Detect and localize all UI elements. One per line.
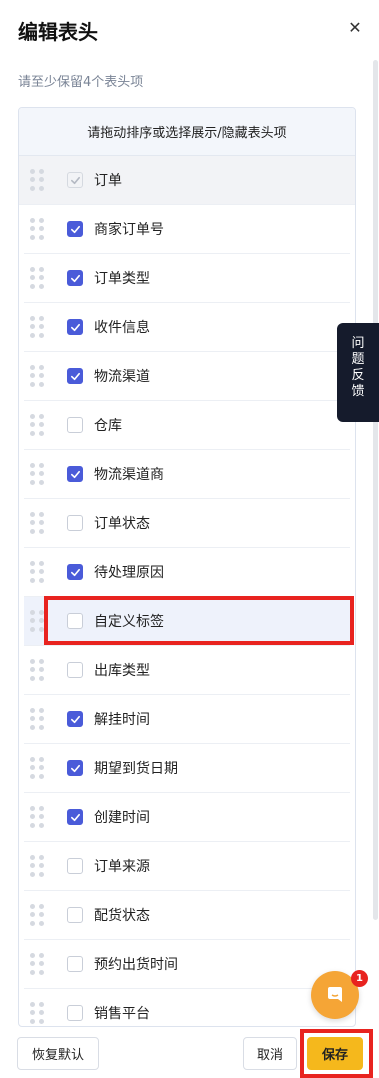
drag-handle-icon[interactable] (30, 365, 44, 387)
column-label: 订单 (94, 173, 122, 189)
close-icon[interactable]: ✕ (347, 20, 363, 36)
column-label: 仓库 (94, 418, 122, 434)
column-row[interactable]: 订单状态 (24, 499, 350, 548)
drag-handle-icon[interactable] (30, 463, 44, 485)
column-label: 订单状态 (94, 516, 150, 532)
column-label: 出库类型 (94, 663, 150, 679)
feedback-char: 反 (351, 368, 365, 383)
column-checkbox[interactable] (67, 270, 83, 286)
column-checkbox[interactable] (67, 760, 83, 776)
column-checkbox[interactable] (67, 319, 83, 335)
column-checkbox[interactable] (67, 858, 83, 874)
column-checkbox[interactable] (67, 221, 83, 237)
column-row[interactable]: 物流渠道 (24, 352, 350, 401)
feedback-button[interactable]: 问 题 反 馈 (337, 323, 379, 422)
column-checkbox[interactable] (67, 1005, 83, 1021)
feedback-char: 馈 (351, 384, 365, 399)
column-label: 自定义标签 (94, 614, 164, 630)
dialog-title: 编辑表头 (18, 20, 98, 44)
drag-handle-icon[interactable] (30, 414, 44, 436)
drag-handle-icon[interactable] (30, 757, 44, 779)
drag-handle-icon[interactable] (30, 561, 44, 583)
drag-handle-icon[interactable] (30, 806, 44, 828)
column-checkbox[interactable] (67, 417, 83, 433)
column-checkbox[interactable] (67, 515, 83, 531)
column-list: 订单商家订单号订单类型收件信息物流渠道仓库物流渠道商订单状态待处理原因自定义标签… (19, 156, 355, 1026)
feedback-char: 题 (351, 352, 365, 367)
column-row[interactable]: 销售平台 (24, 989, 350, 1026)
column-label: 销售平台 (94, 1006, 150, 1022)
chat-icon (328, 987, 342, 1002)
column-checkbox[interactable] (67, 809, 83, 825)
column-label: 解挂时间 (94, 712, 150, 728)
column-label: 期望到货日期 (94, 761, 178, 777)
column-label: 创建时间 (94, 810, 150, 826)
drag-handle-icon[interactable] (30, 316, 44, 338)
column-checkbox[interactable] (67, 662, 83, 678)
column-checkbox[interactable] (67, 613, 83, 629)
drag-handle-icon[interactable] (30, 169, 44, 191)
column-row[interactable]: 订单类型 (24, 254, 350, 303)
reset-default-button[interactable]: 恢复默认 (17, 1037, 99, 1070)
column-row[interactable]: 待处理原因 (24, 548, 350, 597)
column-list-panel: 请拖动排序或选择展示/隐藏表头项 订单商家订单号订单类型收件信息物流渠道仓库物流… (18, 107, 356, 1027)
column-label: 物流渠道商 (94, 467, 164, 483)
column-checkbox[interactable] (67, 466, 83, 482)
column-row[interactable]: 仓库 (24, 401, 350, 450)
column-label: 订单类型 (94, 271, 150, 287)
drag-handle-icon[interactable] (30, 512, 44, 534)
column-row[interactable]: 出库类型 (24, 646, 350, 695)
column-row[interactable]: 预约出货时间 (24, 940, 350, 989)
column-row[interactable]: 订单 (19, 156, 355, 205)
drag-handle-icon[interactable] (30, 1002, 44, 1024)
column-row[interactable]: 期望到货日期 (24, 744, 350, 793)
column-row[interactable]: 物流渠道商 (24, 450, 350, 499)
drag-handle-icon[interactable] (30, 708, 44, 730)
panel-heading: 请拖动排序或选择展示/隐藏表头项 (19, 108, 355, 156)
feedback-char: 问 (351, 336, 365, 351)
column-checkbox[interactable] (67, 956, 83, 972)
cancel-button[interactable]: 取消 (243, 1037, 297, 1070)
column-row[interactable]: 收件信息 (24, 303, 350, 352)
hint-text: 请至少保留4个表头项 (18, 75, 144, 90)
drag-handle-icon[interactable] (30, 659, 44, 681)
column-label: 订单来源 (94, 859, 150, 875)
drag-handle-icon[interactable] (30, 855, 44, 877)
column-row[interactable]: 自定义标签 (24, 597, 350, 646)
scrollbar[interactable] (373, 60, 378, 920)
column-checkbox[interactable] (67, 564, 83, 580)
drag-handle-icon[interactable] (30, 218, 44, 240)
column-row[interactable]: 创建时间 (24, 793, 350, 842)
chat-badge: 1 (351, 970, 368, 987)
dialog-header: 编辑表头 ✕ (0, 0, 379, 60)
drag-handle-icon[interactable] (30, 953, 44, 975)
column-label: 物流渠道 (94, 369, 150, 385)
drag-handle-icon[interactable] (30, 267, 44, 289)
column-label: 待处理原因 (94, 565, 164, 581)
column-checkbox[interactable] (67, 711, 83, 727)
column-row[interactable]: 订单来源 (24, 842, 350, 891)
dialog-footer: 恢复默认 取消 保存 (0, 1028, 379, 1078)
save-button[interactable]: 保存 (307, 1037, 363, 1070)
column-checkbox (67, 172, 83, 188)
column-label: 商家订单号 (94, 222, 164, 238)
column-checkbox[interactable] (67, 907, 83, 923)
column-checkbox[interactable] (67, 368, 83, 384)
drag-handle-icon[interactable] (30, 610, 44, 632)
column-label: 配货状态 (94, 908, 150, 924)
column-label: 收件信息 (94, 320, 150, 336)
column-row[interactable]: 商家订单号 (24, 205, 350, 254)
column-label: 预约出货时间 (94, 957, 178, 973)
column-row[interactable]: 解挂时间 (24, 695, 350, 744)
drag-handle-icon[interactable] (30, 904, 44, 926)
column-row[interactable]: 配货状态 (24, 891, 350, 940)
